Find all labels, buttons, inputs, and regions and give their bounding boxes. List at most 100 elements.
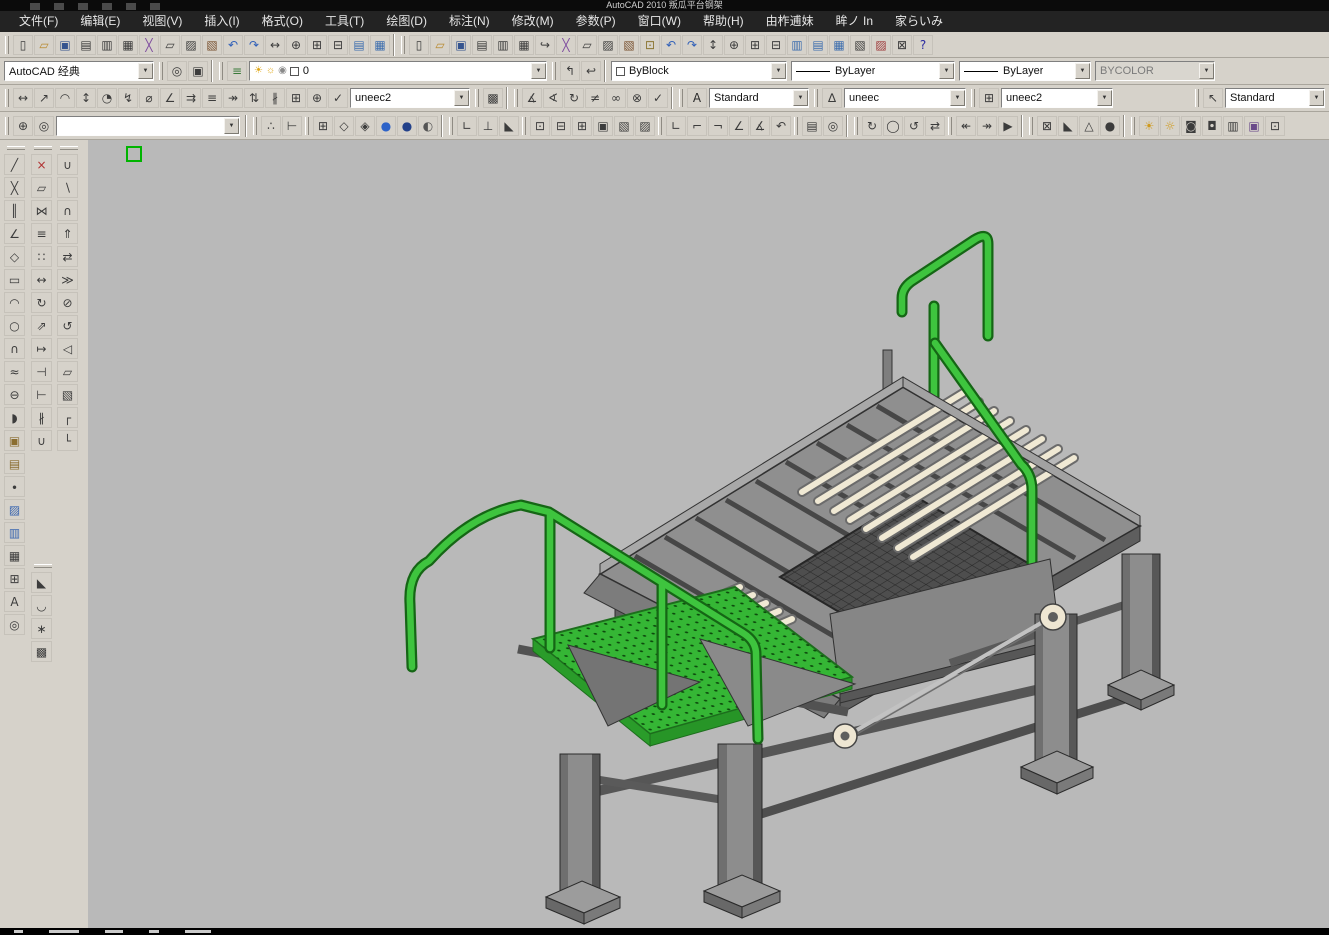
layer-previous-button[interactable]: ↩ xyxy=(581,61,601,81)
taper-faces-button[interactable]: ◁ xyxy=(57,338,78,359)
dim-reassociate-button[interactable]: ∞ xyxy=(606,88,626,108)
hatch-button[interactable]: ▨ xyxy=(4,499,25,520)
ucs-y-button[interactable]: ⌐ xyxy=(687,116,707,136)
color-edges-button[interactable]: └ xyxy=(57,430,78,451)
extend-button[interactable]: ⊢ xyxy=(31,384,52,405)
chamfer-button[interactable]: ◣ xyxy=(31,572,52,593)
quick-dimension-button[interactable]: ⇉ xyxy=(181,88,201,108)
zoom-previous-button[interactable]: ⊟ xyxy=(328,35,348,55)
menu-format[interactable]: 格式(O) xyxy=(251,11,314,32)
table-style-combo[interactable]: uneec2 ▼ xyxy=(1001,88,1113,108)
solid-cone-button[interactable]: △ xyxy=(1079,116,1099,136)
center-mark-button[interactable]: ⊕ xyxy=(307,88,327,108)
constrained-orbit-button[interactable]: ↻ xyxy=(862,116,882,136)
dim-style-current-arrow-icon[interactable]: ▼ xyxy=(454,90,469,106)
materials-button[interactable]: ◙ xyxy=(1181,116,1201,136)
dim-break-button[interactable]: ∦ xyxy=(265,88,285,108)
gradient-button[interactable]: ▥ xyxy=(4,522,25,543)
match-properties-button[interactable]: ▧ xyxy=(202,35,222,55)
make-object-layer-current-button[interactable]: ↰ xyxy=(560,61,580,81)
etransmit-button[interactable]: ↪ xyxy=(535,35,555,55)
object-snap-tracking-button[interactable]: ∴ xyxy=(261,116,281,136)
plot-file-button[interactable]: ▤ xyxy=(472,35,492,55)
menu-tools[interactable]: 工具(T) xyxy=(314,11,375,32)
lineweight-combo[interactable]: ByLayer ▼ xyxy=(959,61,1091,81)
plot-button[interactable]: ▤ xyxy=(76,35,96,55)
view-left-button[interactable]: ⊞ xyxy=(572,116,592,136)
scale-button[interactable]: ⇗ xyxy=(31,315,52,336)
menu-insert[interactable]: 插入(I) xyxy=(193,11,250,32)
explode-button[interactable]: ∗ xyxy=(31,618,52,639)
visual-3d-wireframe-button[interactable]: ◇ xyxy=(334,116,354,136)
copy-button[interactable]: ▱ xyxy=(31,177,52,198)
trim-button[interactable]: ⊣ xyxy=(31,361,52,382)
view-control-combo[interactable]: ▼ xyxy=(56,116,240,136)
circle-button[interactable]: ○ xyxy=(4,315,25,336)
draw-order-button[interactable]: ▩ xyxy=(31,641,52,662)
dim-update-button[interactable]: ↻ xyxy=(564,88,584,108)
toolbar-grip[interactable] xyxy=(60,146,78,150)
publish-button[interactable]: ▦ xyxy=(118,35,138,55)
copy-edges-button[interactable]: ┌ xyxy=(57,407,78,428)
rotate-faces-button[interactable]: ↺ xyxy=(57,315,78,336)
spline-button[interactable]: ≈ xyxy=(4,361,25,382)
dim-aligned-button[interactable]: ↗ xyxy=(34,88,54,108)
sheet-set-manager-button[interactable]: ▧ xyxy=(850,35,870,55)
paste-button[interactable]: ▨ xyxy=(181,35,201,55)
zoom-prev-button[interactable]: ⊟ xyxy=(766,35,786,55)
visual-hidden-button[interactable]: ◈ xyxy=(355,116,375,136)
subtract-button[interactable]: ∖ xyxy=(57,177,78,198)
copy-clip-button[interactable]: ▱ xyxy=(160,35,180,55)
dim-style-combo-arrow-icon[interactable]: ▼ xyxy=(950,90,965,106)
camera-button[interactable]: ◎ xyxy=(823,116,843,136)
cut-clip-button[interactable]: ╳ xyxy=(556,35,576,55)
dim-style-apply-button[interactable]: ✓ xyxy=(648,88,668,108)
linetype-combo-arrow-icon[interactable]: ▼ xyxy=(939,63,954,79)
table-button[interactable]: ⊞ xyxy=(4,568,25,589)
menu-plugin-3[interactable]: 家らいみ xyxy=(884,11,954,32)
undo-2-button[interactable]: ↶ xyxy=(661,35,681,55)
toolbar-grip[interactable] xyxy=(34,564,52,568)
pan-button[interactable]: ↔ xyxy=(265,35,285,55)
dim-angular-button[interactable]: ∠ xyxy=(160,88,180,108)
ucs-world-button[interactable]: ⊥ xyxy=(478,116,498,136)
color-combo-arrow-icon[interactable]: ▼ xyxy=(771,63,786,79)
ucs-face-button[interactable]: ∠ xyxy=(729,116,749,136)
zoom-rt-button[interactable]: ⊕ xyxy=(724,35,744,55)
erase-button[interactable]: × xyxy=(31,154,52,175)
dim-style-current-combo[interactable]: uneec2 ▼ xyxy=(350,88,470,108)
zoom-realtime-button[interactable]: ⊕ xyxy=(286,35,306,55)
workspace-combo[interactable]: AutoCAD 经典 ▼ xyxy=(4,61,154,81)
rectangle-button[interactable]: ▭ xyxy=(4,269,25,290)
dim-edit-button[interactable]: ∡ xyxy=(522,88,542,108)
union-button[interactable]: ∪ xyxy=(57,154,78,175)
donut-button[interactable]: ◎ xyxy=(4,614,25,635)
menu-parametric[interactable]: 参数(P) xyxy=(565,11,627,32)
color-faces-button[interactable]: ▧ xyxy=(57,384,78,405)
fillet-button[interactable]: ◡ xyxy=(31,595,52,616)
construction-line-button[interactable]: ╳ xyxy=(4,177,25,198)
dim-ordinate-button[interactable]: ↕ xyxy=(76,88,96,108)
snap-from-button[interactable]: ⊢ xyxy=(282,116,302,136)
material-mapping-button[interactable]: ◘ xyxy=(1202,116,1222,136)
block-editor-button[interactable]: ⊡ xyxy=(640,35,660,55)
menu-edit[interactable]: 编辑(E) xyxy=(69,11,131,32)
walk-fly-settings-button[interactable]: ▶ xyxy=(998,116,1018,136)
save-file-button[interactable]: ▣ xyxy=(451,35,471,55)
dim-inspect-button[interactable]: ✓ xyxy=(328,88,348,108)
view-se-iso-button[interactable]: ▧ xyxy=(614,116,634,136)
multileader-style-button[interactable]: ↖ xyxy=(1203,88,1223,108)
extrude-faces-button[interactable]: ⇑ xyxy=(57,223,78,244)
polyline-button[interactable]: ∠ xyxy=(4,223,25,244)
ucs-z-button[interactable]: ¬ xyxy=(708,116,728,136)
tolerance-button[interactable]: ⊞ xyxy=(286,88,306,108)
view-top-button[interactable]: ⊡ xyxy=(530,116,550,136)
continuous-orbit-button[interactable]: ↺ xyxy=(904,116,924,136)
menu-file[interactable]: 文件(F) xyxy=(8,11,69,32)
layer-properties-manager-button[interactable]: ≡ xyxy=(227,61,247,81)
menu-help[interactable]: 帮助(H) xyxy=(692,11,755,32)
dim-jogged-button[interactable]: ↯ xyxy=(118,88,138,108)
dimension-style-manager-button[interactable]: ▩ xyxy=(483,88,503,108)
dim-override-button[interactable]: ≠ xyxy=(585,88,605,108)
named-views-button[interactable]: ▤ xyxy=(802,116,822,136)
